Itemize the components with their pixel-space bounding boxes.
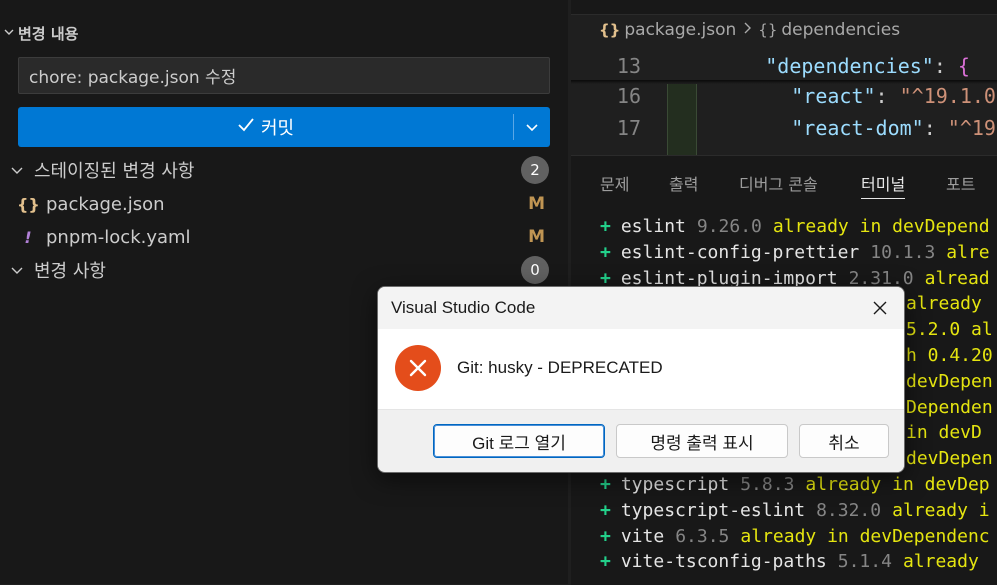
terminal-fragment: h 0.4.20	[906, 344, 993, 366]
chevron-down-icon	[526, 124, 538, 132]
staged-changes-group[interactable]: 스테이징된 변경 사항 2	[0, 154, 568, 186]
terminal-fragment: 5.2.0 al	[906, 318, 993, 340]
package-name: vite-tsconfig-paths	[620, 550, 827, 572]
open-git-log-button[interactable]: Git 로그 열기	[433, 424, 605, 458]
tab-terminal[interactable]: 터미널	[861, 168, 906, 199]
install-status: already in devDep	[805, 473, 990, 495]
scm-section-title: 변경 내용	[18, 24, 79, 43]
commit-button-group: 커밋	[18, 107, 550, 147]
changes-group[interactable]: 변경 사항 0	[0, 254, 568, 286]
added-marker: +	[600, 499, 611, 521]
terminal-fragment: in devD	[906, 421, 982, 443]
close-icon	[873, 301, 887, 315]
staged-changes-label: 스테이징된 변경 사항	[34, 161, 195, 182]
terminal-line: + vite 6.3.5 already in devDependenc	[600, 523, 990, 549]
package-name: typescript-eslint	[620, 499, 806, 521]
install-status: alre	[946, 241, 990, 263]
tab-problems[interactable]: 문제	[600, 168, 629, 198]
chevron-down-icon	[0, 163, 34, 177]
changes-count-badge: 0	[521, 256, 549, 284]
json-file-icon: {}	[17, 194, 40, 214]
terminal-line: + typescript-eslint 8.32.0 already i	[600, 497, 990, 523]
chevron-down-icon	[0, 26, 18, 41]
commit-button-label: 커밋	[260, 118, 295, 139]
error-icon	[395, 345, 441, 391]
terminal-fragment: already	[906, 292, 982, 314]
package-version: 5.8.3	[740, 473, 795, 495]
cancel-button[interactable]: 취소	[799, 424, 889, 458]
package-version: 5.1.4	[837, 550, 892, 572]
dialog-body: Git: husky - DEPRECATED	[378, 329, 904, 409]
commit-message-input[interactable]	[18, 57, 550, 94]
error-dialog: Visual Studio Code Git: husky - DEPRECAT…	[377, 286, 905, 473]
staged-file-item[interactable]: {} package.json M	[0, 188, 568, 220]
package-version: 8.32.0	[816, 499, 882, 521]
editor-tab-strip	[571, 0, 997, 15]
line-number: 16	[616, 84, 641, 108]
code-value: "^19.1.0	[947, 116, 997, 140]
terminal-line: + typescript 5.8.3 already in devDep	[600, 471, 990, 497]
package-version: 6.3.5	[675, 525, 730, 547]
package-name: vite	[620, 525, 665, 547]
package-name: typescript	[620, 473, 730, 495]
added-marker: +	[600, 241, 611, 263]
tab-debug-console[interactable]: 디버그 콘솔	[739, 168, 818, 198]
tab-output[interactable]: 출력	[669, 168, 698, 198]
line-number: 13	[616, 54, 641, 78]
install-status: already	[902, 550, 979, 572]
indent-guide	[667, 84, 697, 155]
terminal-fragment: devDepen	[906, 370, 993, 392]
line-number: 17	[616, 116, 641, 140]
scm-section-header[interactable]: 변경 내용	[0, 20, 78, 46]
install-status: already i	[892, 499, 990, 521]
dialog-message: Git: husky - DEPRECATED	[457, 358, 663, 377]
show-command-output-button[interactable]: 명령 출력 표시	[616, 424, 788, 458]
install-status: alread	[924, 267, 990, 289]
staged-count-badge: 2	[521, 156, 549, 184]
sticky-scroll-shadow	[571, 80, 997, 84]
package-version: 9.26.0	[696, 215, 762, 237]
added-marker: +	[600, 215, 611, 237]
staged-file-item[interactable]: ! pnpm-lock.yaml M	[0, 221, 568, 253]
file-name: package.json	[46, 193, 165, 215]
panel-tab-bar: 문제 출력 디버그 콘솔 터미널 포트	[571, 168, 997, 199]
code-editor[interactable]: {} package.json {} dependencies 13 "depe…	[571, 0, 997, 155]
tab-ports[interactable]: 포트	[946, 168, 975, 198]
added-marker: +	[600, 550, 611, 572]
package-name: eslint-config-prettier	[620, 241, 860, 263]
package-version: 10.1.3	[870, 241, 936, 263]
code-line: 17 "react-dom": "^19.1.0	[571, 112, 997, 144]
dialog-title: Visual Studio Code	[391, 298, 536, 317]
changes-label: 변경 사항	[34, 261, 106, 282]
terminal-line: + eslint 9.26.0 already in devDepend	[600, 213, 990, 239]
package-name: eslint	[620, 215, 686, 237]
dialog-footer: Git 로그 열기 명령 출력 표시 취소	[378, 409, 904, 472]
file-name: pnpm-lock.yaml	[46, 226, 191, 248]
yaml-file-icon: !	[24, 227, 32, 247]
chevron-down-icon	[0, 263, 34, 277]
check-icon	[237, 117, 255, 138]
commit-dropdown-button[interactable]	[514, 107, 550, 147]
dialog-close-button[interactable]	[856, 287, 904, 329]
terminal-line: + vite-tsconfig-paths 5.1.4 already	[600, 548, 979, 574]
added-marker: +	[600, 473, 611, 495]
file-status-modified: M	[528, 194, 545, 214]
dialog-titlebar: Visual Studio Code	[378, 287, 904, 329]
code-key: "react-dom"	[791, 116, 924, 140]
json-file-icon: {}	[599, 21, 621, 39]
install-status: already in devDepend	[772, 215, 990, 237]
commit-button[interactable]: 커밋	[18, 107, 513, 147]
terminal-fragment: Dependen	[906, 396, 993, 418]
terminal-line: + eslint-config-prettier 10.1.3 alre	[600, 239, 990, 265]
terminal-fragment: devDepen	[906, 447, 993, 469]
file-status-modified: M	[528, 227, 545, 247]
added-marker: +	[600, 525, 611, 547]
install-status: already in devDependenc	[740, 525, 990, 547]
